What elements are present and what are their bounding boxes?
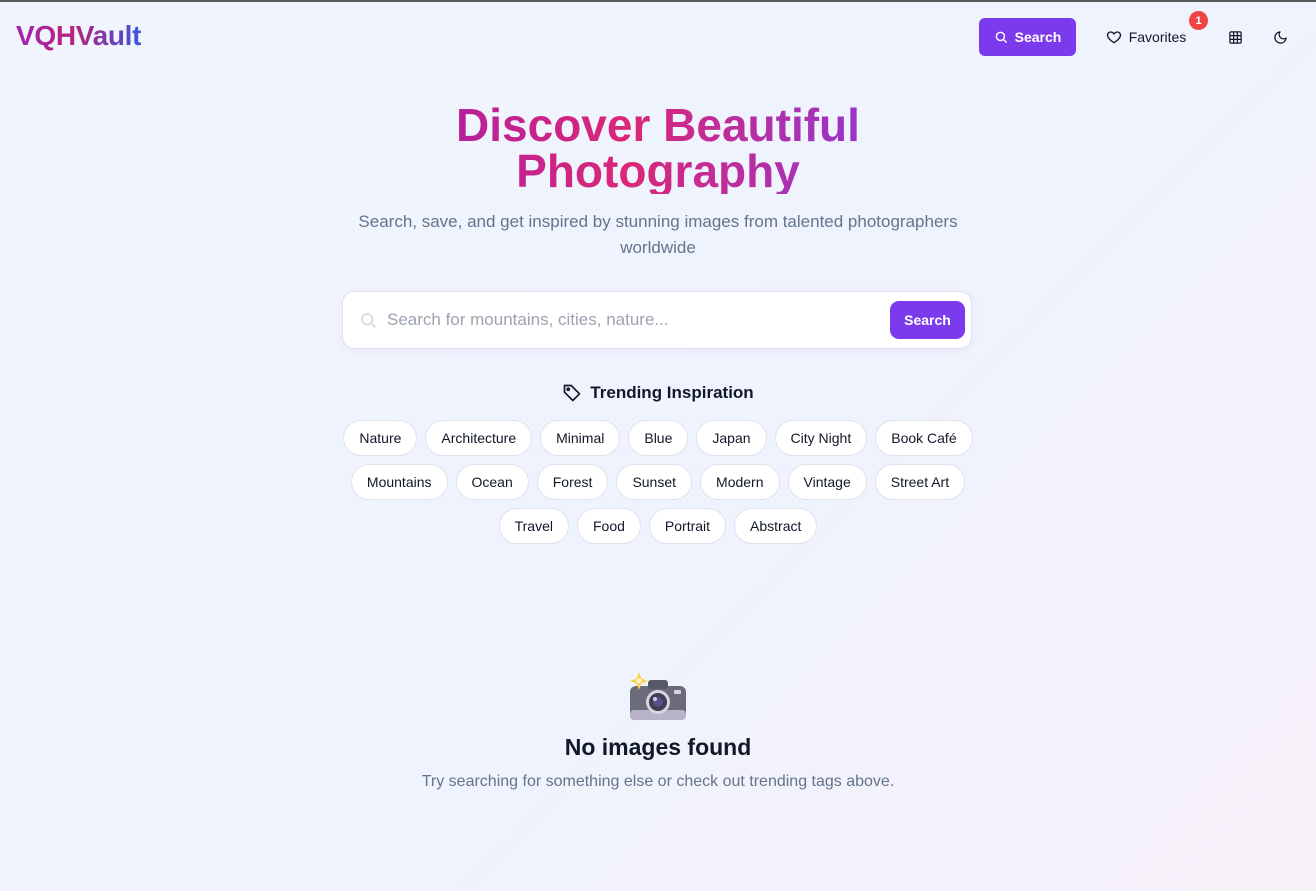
heart-icon (1106, 31, 1121, 44)
search-submit-button[interactable]: Search (890, 301, 965, 339)
search-icon (995, 31, 1007, 43)
moon-icon (1273, 30, 1287, 44)
hero-title: Discover Beautiful Photography (358, 102, 958, 194)
trending-heading: Trending Inspiration (458, 380, 858, 406)
tag-chip[interactable]: Mountains (350, 464, 448, 500)
nav-favorites-button[interactable]: Favorites (1096, 18, 1196, 56)
trending-title: Trending Inspiration (590, 383, 754, 402)
tag-chip[interactable]: Blue (628, 420, 689, 456)
tag-chip[interactable]: Architecture (425, 420, 533, 456)
nav-search-button[interactable]: Search (979, 18, 1076, 56)
theme-toggle-button[interactable] (1265, 22, 1295, 52)
grid-icon (1228, 30, 1242, 44)
empty-state-message: Try searching for something else or chec… (421, 773, 895, 790)
favorites-count-badge: 1 (1189, 11, 1208, 30)
tag-chip[interactable]: Ocean (455, 464, 529, 500)
search-bar: Search (342, 291, 972, 349)
top-nav: VQHVault Search Favorites 1 (0, 2, 1316, 74)
tag-chip[interactable]: City Night (774, 420, 868, 456)
tag-icon (563, 384, 581, 402)
tag-chip[interactable]: Book Café (875, 420, 973, 456)
tag-chip[interactable]: Abstract (734, 508, 818, 544)
nav-search-label: Search (1014, 29, 1062, 45)
trending-tags: Nature Architecture Minimal Blue Japan C… (322, 420, 994, 544)
tag-chip[interactable]: Modern (700, 464, 780, 500)
tag-chip[interactable]: Minimal (540, 420, 621, 456)
nav-favorites-label: Favorites (1128, 29, 1187, 45)
camera-with-flash-icon (630, 672, 686, 720)
tag-chip[interactable]: Travel (498, 508, 569, 544)
search-icon (361, 313, 376, 328)
tag-chip[interactable]: Vintage (787, 464, 867, 500)
empty-state-title: No images found (564, 734, 752, 760)
tag-chip[interactable]: Forest (536, 464, 609, 500)
tag-chip[interactable]: Japan (696, 420, 767, 456)
tag-chip[interactable]: Portrait (648, 508, 727, 544)
brand-logo[interactable]: VQHVault (16, 20, 141, 52)
tag-chip[interactable]: Street Art (874, 464, 966, 500)
grid-view-button[interactable] (1220, 22, 1250, 52)
tag-chip[interactable]: Nature (343, 420, 418, 456)
hero-subtitle: Search, save, and get inspired by stunni… (358, 212, 958, 257)
tag-chip[interactable]: Food (576, 508, 641, 544)
search-input[interactable] (387, 302, 887, 338)
tag-chip[interactable]: Sunset (616, 464, 693, 500)
